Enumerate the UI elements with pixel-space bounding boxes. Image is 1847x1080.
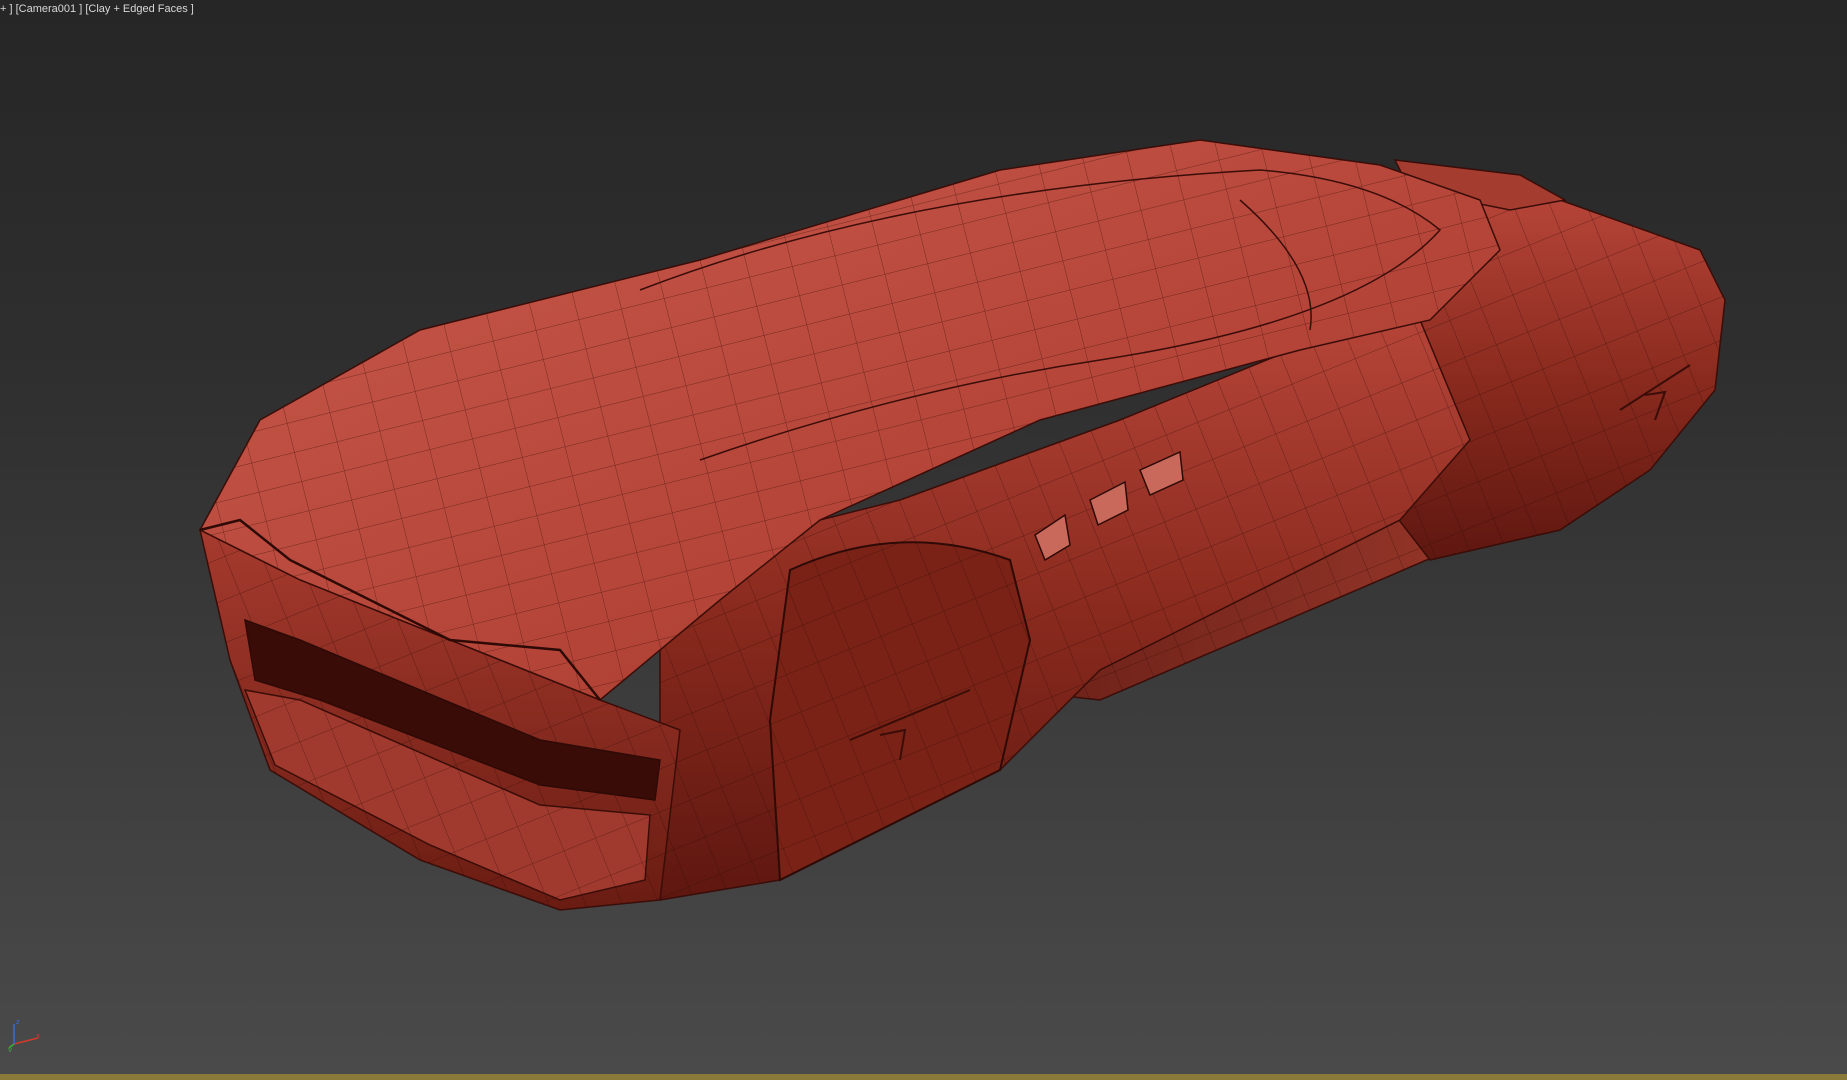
viewport-camera001[interactable]: + ] [Camera001 ] [Clay + Edged Faces ] z…	[0, 0, 1847, 1074]
viewport-active-border	[0, 1074, 1847, 1080]
axis-gizmo-icon: z x y	[8, 1018, 40, 1052]
gizmo-z-label: z	[16, 1018, 20, 1026]
gizmo-x-label: x	[36, 1032, 40, 1040]
gizmo-y-label: y	[8, 1046, 12, 1052]
car-model[interactable]	[0, 0, 1847, 1074]
